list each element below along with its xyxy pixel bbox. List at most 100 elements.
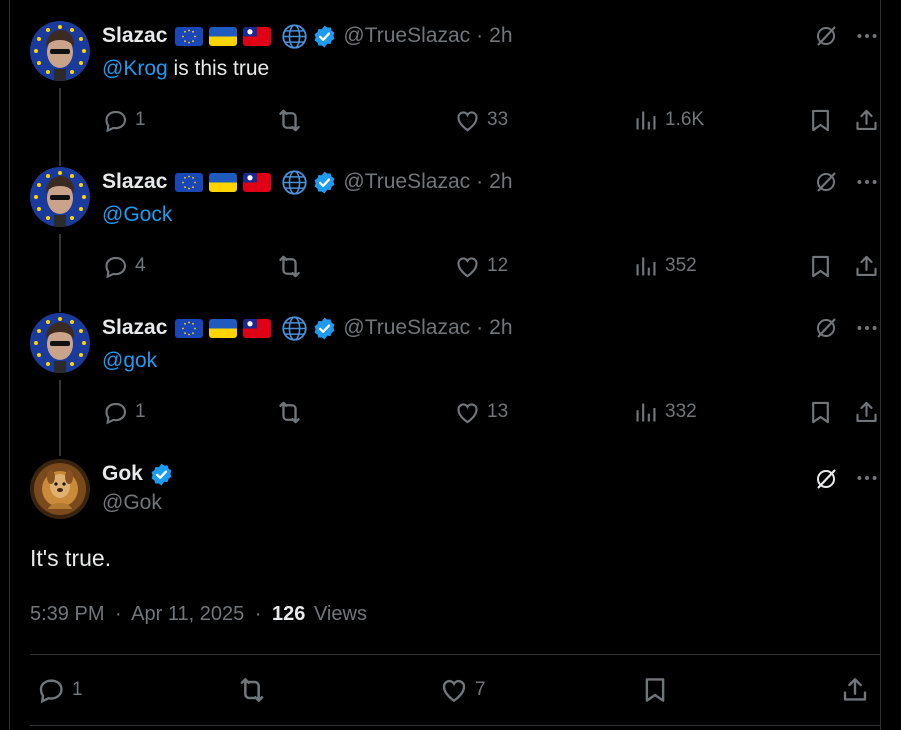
- more-icon[interactable]: [854, 315, 880, 341]
- reply-count: 1: [135, 109, 146, 130]
- tweet-time[interactable]: 2h: [489, 316, 512, 340]
- taiwan-flag-icon: [243, 319, 271, 338]
- verified-icon: [149, 462, 174, 487]
- author-handle[interactable]: @TrueSlazac: [343, 170, 470, 194]
- reply-count: 1: [135, 401, 146, 422]
- grok-icon[interactable]: [814, 316, 838, 340]
- like-button[interactable]: 12: [454, 251, 508, 281]
- bookmark-button[interactable]: [807, 105, 834, 135]
- mention-link[interactable]: @Gock: [102, 203, 172, 226]
- retweet-button[interactable]: [275, 397, 304, 427]
- ukraine-flag-icon: [209, 319, 237, 338]
- divider: [30, 725, 880, 726]
- like-button[interactable]: 7: [439, 675, 486, 705]
- meta-separator: ·: [476, 170, 484, 193]
- verified-icon: [312, 316, 337, 341]
- avatar[interactable]: [30, 167, 90, 227]
- right-border: [880, 0, 881, 730]
- views-button[interactable]: 1.6K: [632, 105, 704, 135]
- grok-icon[interactable]: [814, 24, 838, 48]
- author-handle[interactable]: @Gok: [102, 491, 162, 515]
- grok-icon[interactable]: [814, 467, 838, 491]
- reply-button[interactable]: 4: [102, 251, 146, 281]
- bookmark-button[interactable]: [640, 675, 670, 705]
- retweet-icon: [275, 106, 304, 135]
- views-icon: [632, 399, 659, 426]
- share-button[interactable]: [840, 675, 870, 705]
- reply-icon: [102, 399, 129, 426]
- reply-count: 4: [135, 255, 146, 276]
- thread-connector: [59, 234, 61, 312]
- meta-separator: ·: [115, 603, 122, 625]
- like-icon: [454, 107, 481, 134]
- more-icon[interactable]: [854, 23, 880, 49]
- verified-icon: [312, 170, 337, 195]
- like-button[interactable]: 33: [454, 105, 508, 135]
- author-name[interactable]: Gok: [102, 462, 143, 486]
- ukraine-flag-icon: [209, 173, 237, 192]
- tweet-text: It's true.: [30, 545, 112, 571]
- retweet-icon: [275, 252, 304, 281]
- reply-button[interactable]: 1: [36, 675, 83, 705]
- globe-icon: [281, 23, 308, 50]
- eu-flag-icon: [175, 173, 203, 192]
- globe-icon: [281, 315, 308, 342]
- avatar[interactable]: [30, 313, 90, 373]
- bookmark-icon: [640, 675, 670, 705]
- retweet-icon: [236, 674, 268, 706]
- views-button[interactable]: 332: [632, 397, 697, 427]
- like-count: 12: [487, 255, 509, 276]
- tweet-date[interactable]: Apr 11, 2025: [131, 603, 244, 625]
- mention-link[interactable]: @Krog: [102, 57, 168, 80]
- retweet-button[interactable]: [275, 251, 304, 281]
- like-count: 13: [487, 401, 509, 422]
- eu-flag-icon: [175, 27, 203, 46]
- bookmark-button[interactable]: [807, 251, 834, 281]
- like-icon: [439, 675, 469, 705]
- share-icon: [853, 107, 880, 134]
- tweet-text-content: is this true: [167, 57, 270, 80]
- mention-link[interactable]: @gok: [102, 349, 157, 372]
- more-icon[interactable]: [854, 169, 880, 195]
- divider: [30, 654, 880, 655]
- reply-button[interactable]: 1: [102, 105, 146, 135]
- more-icon[interactable]: [854, 465, 880, 491]
- action-bar: 4 12 352: [102, 251, 880, 281]
- author-handle[interactable]: @TrueSlazac: [343, 316, 470, 340]
- bookmark-icon: [807, 107, 834, 134]
- author-handle[interactable]: @TrueSlazac: [343, 24, 470, 48]
- share-button[interactable]: [853, 397, 880, 427]
- share-icon: [853, 399, 880, 426]
- ukraine-flag-icon: [209, 27, 237, 46]
- author-name[interactable]: Slazac: [102, 24, 167, 48]
- like-icon: [454, 253, 481, 280]
- tweet-time[interactable]: 2h: [489, 24, 512, 48]
- views-button[interactable]: 352: [632, 251, 697, 281]
- tweet-time[interactable]: 2h: [489, 170, 512, 194]
- action-bar: 1 33 1.6K: [102, 105, 880, 135]
- meta-separator: ·: [254, 603, 262, 625]
- avatar[interactable]: [30, 21, 90, 81]
- author-name[interactable]: Slazac: [102, 316, 167, 340]
- tweet-time[interactable]: 5:39 PM: [30, 603, 104, 625]
- views-count: 352: [665, 255, 697, 276]
- retweet-button[interactable]: [236, 675, 268, 705]
- share-button[interactable]: [853, 105, 880, 135]
- tweet-header: Slazac @TrueSlazac · 2h: [102, 167, 513, 197]
- globe-icon: [281, 169, 308, 196]
- author-name[interactable]: Slazac: [102, 170, 167, 194]
- views-label: Views: [313, 603, 367, 625]
- tweet-header: Slazac @TrueSlazac · 2h: [102, 21, 513, 51]
- tweet-text: @Gock: [102, 203, 172, 227]
- reply-icon: [102, 253, 129, 280]
- bookmark-button[interactable]: [807, 397, 834, 427]
- main-action-bar: 1 7: [36, 672, 871, 708]
- share-button[interactable]: [853, 251, 880, 281]
- avatar[interactable]: [30, 459, 90, 519]
- grok-icon[interactable]: [814, 170, 838, 194]
- like-button[interactable]: 13: [454, 397, 508, 427]
- retweet-button[interactable]: [275, 105, 304, 135]
- meta-separator: ·: [476, 316, 484, 339]
- reply-button[interactable]: 1: [102, 397, 146, 427]
- thread-connector: [59, 88, 61, 166]
